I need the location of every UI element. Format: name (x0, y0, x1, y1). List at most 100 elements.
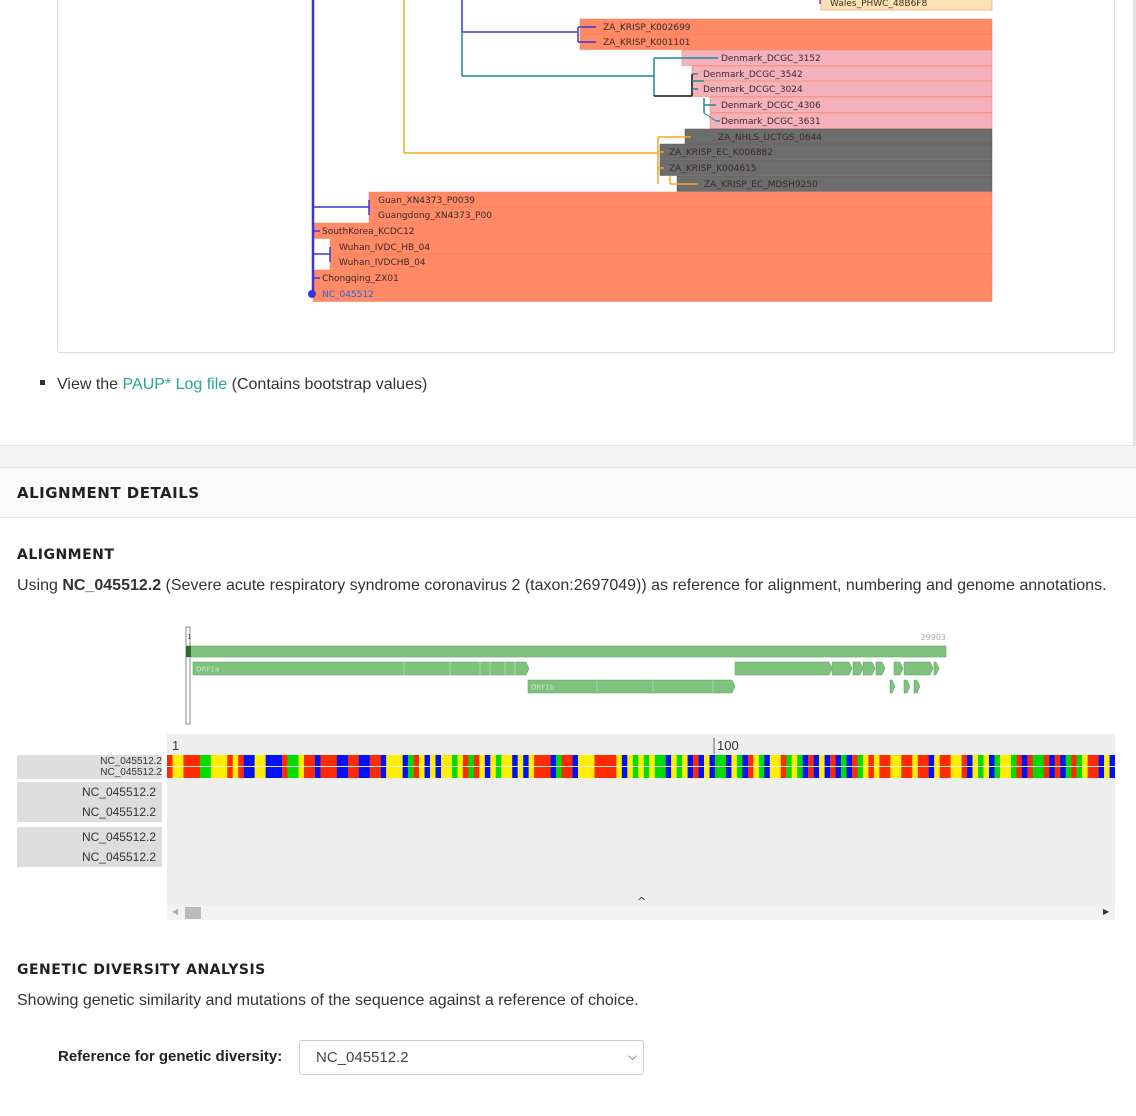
gene-orf6[interactable] (875, 661, 886, 676)
tree-leaf-label[interactable]: ZA_KRISP_K002699 (603, 23, 691, 33)
scroll-right-icon[interactable]: ▶ (1103, 907, 1109, 916)
residue (588, 755, 595, 766)
residue (994, 767, 1001, 778)
tree-leaf-label[interactable]: ZA_NHLS_UCTGS_0644 (718, 133, 822, 143)
tree-leaf-label[interactable]: ZA_KRISP_EC_K006882 (669, 148, 773, 158)
msa-h-scrollbar[interactable]: ◀ ▶ (167, 906, 1115, 920)
residue (325, 767, 332, 778)
residue (835, 767, 842, 778)
residue (901, 767, 907, 778)
gene-orf1b[interactable] (527, 679, 736, 694)
gene-orf8[interactable] (903, 679, 911, 694)
residue (287, 767, 294, 778)
residue (638, 755, 644, 766)
residue (1054, 755, 1061, 766)
residue (298, 767, 305, 778)
desc-prefix: Using (17, 577, 63, 594)
residue (621, 767, 628, 778)
scroll-left-icon[interactable]: ◀ (172, 907, 178, 916)
gene-e[interactable] (852, 661, 864, 676)
residue (764, 767, 770, 778)
residue (1093, 767, 1099, 778)
desc-suffix: (Severe acute respiratory syndrome coron… (161, 577, 1107, 594)
tree-leaf-label[interactable]: Denmark_DCGC_3024 (703, 85, 803, 95)
gene-orf7b[interactable] (889, 679, 896, 694)
residue (287, 755, 294, 766)
residue (391, 767, 398, 778)
residue (934, 767, 940, 778)
residue (627, 755, 633, 766)
residue (967, 767, 973, 778)
ruler-start-label: 1 (172, 738, 179, 753)
residue (523, 755, 529, 766)
residue (572, 755, 579, 766)
gene-n[interactable] (903, 661, 934, 676)
tree-leaf-label[interactable]: Denmark_DCGC_3152 (721, 54, 821, 64)
residue (194, 767, 201, 778)
tree-leaf-label[interactable]: Guan_XN4373_P0039 (378, 196, 475, 206)
leaf-highlight (312, 222, 993, 239)
tree-leaf-label[interactable]: Denmark_DCGC_3542 (703, 70, 803, 80)
residue (216, 755, 222, 766)
residue (715, 767, 721, 778)
residue (1027, 767, 1034, 778)
residue (1010, 755, 1017, 766)
residue (1076, 755, 1083, 766)
residue (1027, 755, 1034, 766)
residue (879, 767, 886, 778)
tree-leaf-label[interactable]: Denmark_DCGC_3631 (721, 117, 821, 127)
residue (671, 767, 677, 778)
msa-sequences[interactable] (167, 755, 1115, 779)
scroll-thumb[interactable] (185, 907, 201, 919)
gene-m[interactable] (862, 661, 876, 676)
residue (1049, 755, 1055, 766)
residue (868, 755, 875, 766)
residue (769, 755, 776, 766)
residue (347, 755, 354, 766)
gene-orf1a[interactable] (192, 661, 530, 676)
gene-orf3a[interactable] (831, 661, 853, 676)
paup-log-item: View the PAUP* Log file (Contains bootst… (40, 376, 427, 394)
tree-leaf-label[interactable]: ZA_KRISP_EC_MDSH9250 (704, 180, 818, 190)
tree-leaf-label[interactable]: NC_045512 (322, 290, 374, 300)
residue (682, 767, 688, 778)
gene-s[interactable] (734, 661, 833, 676)
alignment-details-header[interactable]: ALIGNMENT DETAILS (0, 467, 1136, 518)
gene-orf10[interactable] (933, 661, 940, 676)
bullet-icon (40, 380, 45, 386)
residue (347, 767, 354, 778)
section-divider (0, 445, 1136, 468)
msa-labels-overview: NC_045512.2 NC_045512.2 (17, 755, 162, 779)
paup-log-link[interactable]: PAUP* Log file (123, 376, 228, 393)
residue (983, 755, 990, 766)
tree-leaf-label[interactable]: ZA_KRISP_K004615 (669, 164, 757, 174)
residue (578, 767, 584, 778)
root-node[interactable] (308, 290, 316, 298)
residue (1010, 767, 1017, 778)
residue (797, 767, 803, 778)
tree-leaf-label[interactable]: Wuhan_IVDC_HB_04 (339, 243, 430, 253)
residue (314, 755, 321, 766)
seq-label: NC_045512.2 (100, 756, 162, 767)
residue (994, 755, 1001, 766)
residue (978, 767, 984, 778)
gene-orf7a[interactable] (893, 661, 904, 676)
residue (358, 767, 365, 778)
residue (199, 755, 206, 766)
tree-leaf-label[interactable]: Guangdong_XN4373_P00 (378, 211, 492, 221)
residue (451, 767, 458, 778)
reference-select[interactable]: NC_045512.2 ⌵ (299, 1040, 644, 1075)
residue (989, 767, 995, 778)
tree-leaf-label[interactable]: Wales_PHWC_48B6F8 (830, 0, 927, 9)
tree-leaf-label[interactable]: SouthKorea_KCDC12 (322, 227, 415, 237)
tree-leaf-label[interactable]: Denmark_DCGC_4306 (721, 101, 821, 111)
gene-orf9b[interactable] (913, 679, 921, 694)
genome-start-label: 1 (187, 633, 191, 641)
viewport-window[interactable] (185, 626, 191, 725)
tree-leaf-label[interactable]: Chongqing_ZX01 (322, 274, 399, 284)
tree-leaf-label[interactable]: Wuhan_IVDCHB_04 (339, 258, 426, 268)
residue (227, 755, 233, 766)
residue (1065, 755, 1072, 766)
tree-leaf-label[interactable]: ZA_KRISP_K001101 (603, 38, 691, 48)
residue (824, 767, 831, 778)
